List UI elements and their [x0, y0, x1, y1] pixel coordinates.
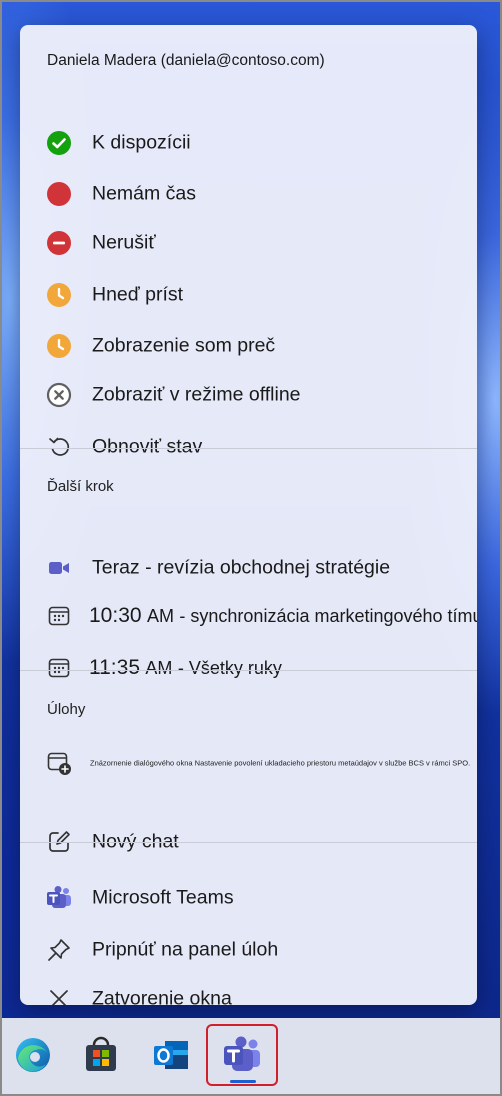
outlook-icon[interactable] [150, 1034, 192, 1076]
event-1135[interactable]: 11:35 AM - Všetky ruky [20, 644, 477, 692]
calendar-icon [45, 654, 73, 682]
app-teams[interactable]: Microsoft Teams [20, 874, 477, 922]
status-label: Nemám čas [92, 182, 197, 205]
task-new-meeting[interactable]: Znázornenie dialógového okna Nastavenie … [20, 739, 477, 787]
calendar-icon [45, 602, 73, 630]
status-label: Zobraziť v režime offline [92, 383, 301, 406]
task-label: Znázornenie dialógového okna Nastavenie … [90, 758, 471, 768]
event-text: 11:35 AM - Všetky ruky [89, 656, 282, 680]
do-not-disturb-icon [45, 229, 73, 257]
status-label: Nerušiť [92, 231, 156, 254]
event-title: - Všetky ruky [177, 658, 282, 678]
active-indicator [230, 1080, 256, 1083]
divider [20, 670, 477, 671]
event-now[interactable]: Teraz - revízia obchodnej stratégie [20, 544, 477, 592]
next-section-heading: Ďalší krok [47, 478, 114, 495]
status-away[interactable]: Zobrazenie som preč [20, 322, 477, 370]
event-ampm: AM [146, 606, 174, 626]
status-label: Hneď príst [92, 283, 184, 306]
event-1030[interactable]: 10:30 AM - synchronizácia marketingového… [20, 592, 477, 640]
status-offline[interactable]: Zobraziť v režime offline [20, 371, 477, 419]
pin-to-taskbar[interactable]: Pripnúť na panel úloh [20, 926, 477, 974]
status-be-right-back[interactable]: Hneď príst [20, 271, 477, 319]
status-label: Zobrazenie som preč [92, 334, 276, 357]
divider [20, 448, 477, 449]
offline-icon [45, 381, 73, 409]
edge-icon[interactable] [12, 1034, 54, 1076]
video-icon [45, 554, 73, 582]
status-label: K dispozícii [92, 131, 191, 154]
be-right-back-icon [45, 281, 73, 309]
app-label: Pripnúť na panel úloh [92, 938, 279, 961]
store-icon[interactable] [80, 1034, 122, 1076]
close-icon [45, 985, 73, 1005]
close-window[interactable]: Zatvorenie okna [20, 975, 477, 1005]
status-label: Obnoviť stav [92, 435, 203, 458]
event-time: 11:35 [89, 656, 140, 679]
status-busy[interactable]: Nemám čas [20, 170, 477, 218]
event-title: - synchronizácia marketingového tímu [179, 606, 477, 626]
event-text: 10:30 AM - synchronizácia marketingového… [89, 604, 477, 628]
taskbar [0, 1018, 502, 1096]
app-label: Zatvorenie okna [92, 987, 232, 1006]
tasks-section-heading: Úlohy [47, 701, 86, 718]
status-available[interactable]: K dispozícii [20, 119, 477, 167]
divider [20, 842, 477, 843]
busy-icon [45, 180, 73, 208]
teams-taskbar-icon[interactable] [221, 1034, 263, 1076]
account-label: Daniela Madera (daniela@contoso.com) [47, 52, 325, 69]
pin-icon [45, 936, 73, 964]
teams-icon [45, 884, 73, 912]
event-ampm: AM [145, 658, 173, 678]
status-do-not-disturb[interactable]: Nerušiť [20, 219, 477, 267]
event-label: Teraz - revízia obchodnej stratégie [92, 556, 391, 579]
event-time: 10:30 [89, 604, 142, 627]
reset-icon [45, 433, 73, 461]
teams-jump-list: Daniela Madera (daniela@contoso.com) K d… [20, 25, 477, 1005]
app-label: Microsoft Teams [92, 886, 234, 909]
away-icon [45, 332, 73, 360]
status-reset[interactable]: Obnoviť stav [20, 423, 477, 471]
new-meeting-icon [45, 749, 73, 777]
available-icon [45, 129, 73, 157]
